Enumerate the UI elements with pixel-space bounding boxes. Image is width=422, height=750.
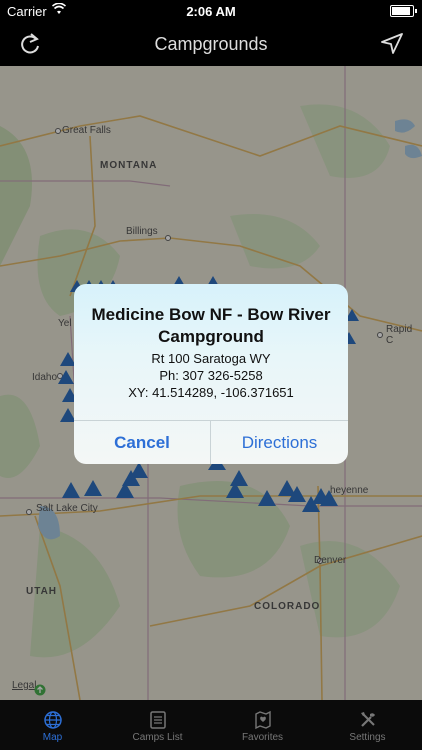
tab-camps-list[interactable]: Camps List (105, 700, 210, 750)
list-icon (149, 711, 166, 729)
tab-map[interactable]: Map (0, 700, 105, 750)
alert-button-row: Cancel Directions (74, 420, 348, 464)
alert-title: Medicine Bow NF - Bow River Campground (91, 305, 331, 346)
battery-icon (390, 5, 417, 17)
alert-address: Rt 100 Saratoga WY (151, 351, 271, 366)
settings-icon (360, 712, 375, 727)
campground-alert-dialog: Medicine Bow NF - Bow River Campground R… (74, 284, 348, 464)
tab-map-label: Map (42, 732, 63, 743)
tab-favorites-label: Favorites (241, 732, 284, 743)
favorites-icon (254, 710, 271, 730)
location-arrow-icon[interactable] (378, 30, 406, 58)
tab-favorites[interactable]: Favorites (210, 700, 315, 750)
tab-settings-label: Settings (349, 732, 386, 743)
tab-settings[interactable]: Settings (315, 700, 420, 750)
clock: 2:06 AM (186, 4, 236, 19)
navigation-bar: Campgrounds (0, 22, 422, 66)
status-bar: Carrier 2:06 AM (0, 0, 422, 22)
globe-icon (43, 711, 62, 729)
cancel-button[interactable]: Cancel (74, 421, 211, 464)
directions-button[interactable]: Directions (211, 421, 348, 464)
alert-phone: Ph: 307 326-5258 (159, 368, 263, 383)
tab-bar: Map Camps List Favorites Settings (0, 700, 422, 750)
alert-coordinates: XY: 41.514289, -106.371651 (128, 385, 294, 400)
page-title: Campgrounds (154, 34, 268, 54)
tab-camps-list-label: Camps List (132, 732, 183, 743)
